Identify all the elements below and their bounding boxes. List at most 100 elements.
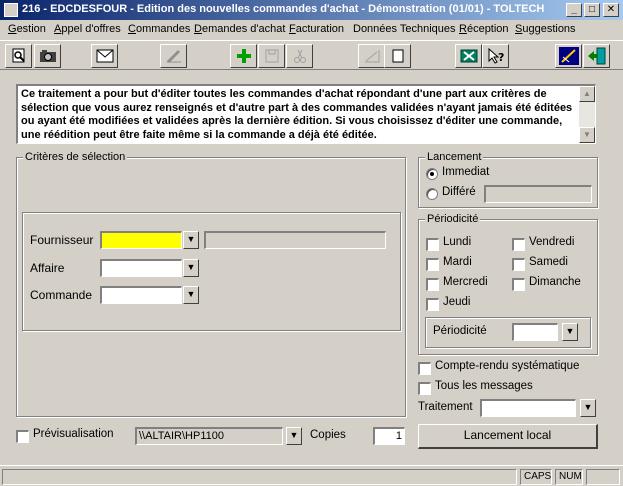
description-text: Ce traitement a pour but d'éditer toutes… (21, 88, 573, 141)
fournisseur-name-field (204, 231, 386, 249)
traitement-label: Traitement (418, 401, 473, 413)
envelope-icon (96, 49, 113, 63)
edit-button[interactable] (160, 44, 187, 68)
criteria-inner-panel (22, 212, 401, 331)
printer-dropdown-button[interactable]: ▼ (286, 427, 302, 445)
pencil-icon (166, 49, 181, 64)
menu-donnees-techniques[interactable]: Données Techniques (353, 23, 456, 35)
menu-facturation-label: acturation (295, 23, 345, 35)
menu-commandes-label: ommandes (135, 23, 191, 35)
commande-input[interactable] (100, 286, 182, 304)
exit-button[interactable] (583, 44, 610, 68)
help-button[interactable]: ? (482, 44, 509, 68)
samedi-checkbox[interactable] (512, 258, 525, 271)
close-button[interactable]: ✕ (603, 3, 619, 17)
excel-button[interactable] (455, 44, 482, 68)
lancement-local-button[interactable]: Lancement local (418, 424, 598, 449)
scroll-up-button[interactable]: ▲ (579, 86, 595, 102)
menu-demandes-achat-label: emandes d'achat (201, 23, 286, 35)
lancement-group-label: Lancement (425, 151, 484, 163)
differe-radio[interactable] (426, 188, 438, 200)
periodicite-group-label: Périodicité (425, 213, 481, 225)
periodicite-select-input[interactable] (512, 323, 558, 341)
commande-label: Commande (30, 288, 93, 302)
immediat-radio[interactable] (426, 168, 438, 180)
scroll-down-button[interactable]: ▼ (579, 127, 595, 143)
add-button[interactable] (230, 44, 257, 68)
plus-icon (236, 49, 251, 63)
copies-label: Copies (310, 429, 346, 441)
menu-facturation[interactable]: Facturation (289, 23, 344, 35)
periodicite-select-label: Périodicité (433, 325, 487, 337)
minimize-button[interactable]: _ (566, 3, 582, 17)
help-pointer-icon: ? (488, 48, 504, 64)
mardi-label: Mardi (443, 256, 472, 268)
traitement-input[interactable] (480, 399, 576, 417)
printer-field[interactable]: \\ALTAIR\HP1100 (135, 427, 283, 445)
vendredi-checkbox[interactable] (512, 238, 525, 251)
menu-gestion-label: estion (16, 23, 46, 35)
affaire-input[interactable] (100, 259, 182, 277)
toolbar: ? (0, 40, 623, 70)
menu-commandes[interactable]: Commandes (128, 23, 190, 35)
launch-button-toolbar[interactable] (555, 44, 582, 68)
copies-input[interactable]: 1 (373, 427, 405, 445)
dimanche-label: Dimanche (529, 276, 581, 288)
affaire-label: Affaire (30, 261, 65, 275)
dimanche-checkbox[interactable] (512, 278, 525, 291)
differe-input[interactable] (484, 185, 592, 203)
save-button[interactable] (258, 44, 285, 68)
mercredi-label: Mercredi (443, 276, 488, 288)
camera-button[interactable] (34, 44, 61, 68)
fournisseur-dropdown-button[interactable]: ▼ (183, 231, 199, 249)
mercredi-checkbox[interactable] (426, 278, 439, 291)
num-indicator: NUM (555, 469, 583, 485)
caps-indicator: CAPS (520, 469, 552, 485)
mail-button[interactable] (91, 44, 118, 68)
maximize-button[interactable]: □ (584, 3, 600, 17)
differe-label: Différé (442, 186, 476, 198)
affaire-dropdown-button[interactable]: ▼ (183, 259, 199, 277)
scissors-icon (293, 49, 306, 63)
criteria-group-label: Critères de sélection (23, 151, 128, 163)
periodicite-dropdown-button[interactable]: ▼ (562, 323, 578, 341)
chart-icon (364, 50, 379, 63)
tous-messages-label: Tous les messages (435, 380, 533, 392)
rocket-icon (558, 47, 579, 65)
menu-bar: Gestion Appel d'offres Commandes Demande… (0, 20, 623, 39)
chart-button[interactable] (358, 44, 385, 68)
status-bar: CAPS NUM (0, 465, 623, 486)
jeudi-checkbox[interactable] (426, 298, 439, 311)
menu-appel-offres[interactable]: Appel d'offres (54, 23, 121, 35)
immediat-label: Immediat (442, 166, 490, 178)
menu-demandes-achat[interactable]: Demandes d'achat (194, 23, 285, 35)
compte-rendu-checkbox[interactable] (418, 362, 431, 375)
lundi-label: Lundi (443, 236, 472, 248)
app-icon (4, 3, 18, 17)
copy-button[interactable] (384, 44, 411, 68)
fournisseur-input[interactable] (100, 231, 182, 249)
svg-text:?: ? (498, 51, 504, 64)
document-icon (392, 49, 403, 63)
preview-button[interactable] (5, 44, 32, 68)
menu-suggestions[interactable]: Suggestions (515, 23, 576, 35)
menu-reception-mnemonic: R (459, 23, 467, 35)
title-bar: 216 - EDCDESFOUR - Edition des nouvelles… (0, 0, 623, 20)
menu-reception[interactable]: Réception (459, 23, 509, 35)
menu-appel-offres-label: ppel d'offres (61, 23, 121, 35)
magnifier-icon (12, 48, 25, 63)
fournisseur-label: Fournisseur (30, 233, 94, 247)
jeudi-label: Jeudi (443, 296, 471, 308)
menu-gestion[interactable]: Gestion (8, 23, 46, 35)
lundi-checkbox[interactable] (426, 238, 439, 251)
traitement-dropdown-button[interactable]: ▼ (580, 399, 596, 417)
commande-dropdown-button[interactable]: ▼ (183, 286, 199, 304)
description-scrollbar[interactable]: ▲ ▼ (579, 86, 595, 143)
previsualisation-checkbox[interactable] (16, 430, 29, 443)
description-textarea[interactable]: Ce traitement a pour but d'éditer toutes… (16, 84, 596, 144)
samedi-label: Samedi (529, 256, 568, 268)
tous-messages-checkbox[interactable] (418, 382, 431, 395)
cut-button[interactable] (286, 44, 313, 68)
mardi-checkbox[interactable] (426, 258, 439, 271)
camera-icon (39, 50, 56, 62)
